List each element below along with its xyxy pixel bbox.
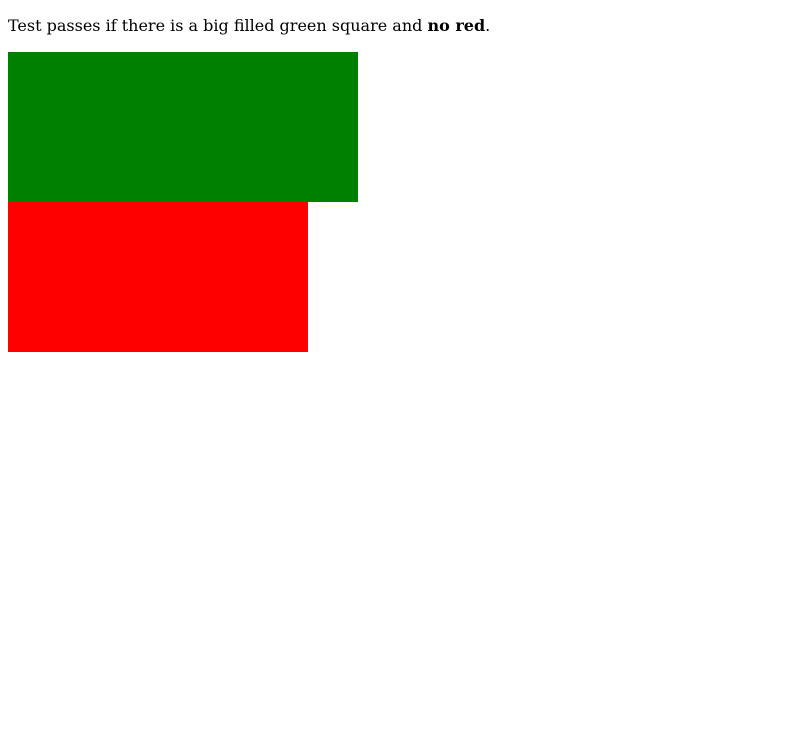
red-filled-block — [8, 202, 308, 352]
instruction-suffix: . — [485, 16, 491, 35]
instruction-emphasis: no red — [427, 16, 486, 35]
test-instruction: Test passes if there is a big filled gre… — [8, 16, 490, 35]
instruction-prefix: Test passes if there is a big filled gre… — [8, 16, 428, 35]
green-filled-block — [8, 52, 358, 202]
